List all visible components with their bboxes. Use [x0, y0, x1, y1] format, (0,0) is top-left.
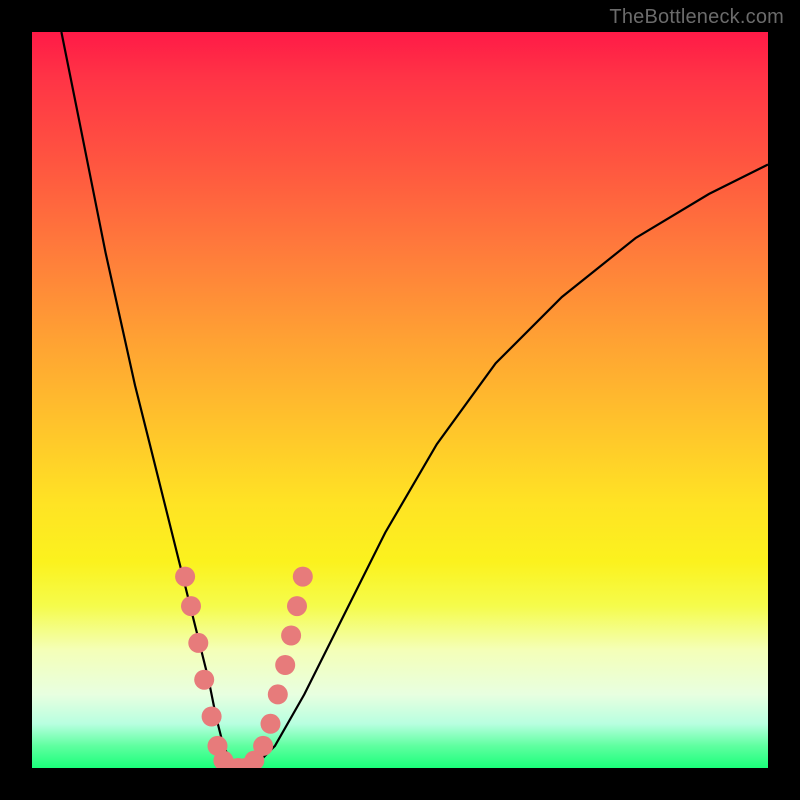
marker-dot — [281, 626, 301, 646]
chart-frame: TheBottleneck.com — [0, 0, 800, 800]
marker-dot — [275, 655, 295, 675]
marker-dot — [188, 633, 208, 653]
attribution-label: TheBottleneck.com — [609, 6, 784, 29]
chart-plot-area — [32, 32, 768, 768]
marker-dot — [261, 714, 281, 734]
marker-dot — [175, 567, 195, 587]
highlight-markers — [175, 567, 313, 768]
marker-dot — [268, 684, 288, 704]
marker-dot — [287, 596, 307, 616]
chart-svg — [32, 32, 768, 768]
marker-dot — [181, 596, 201, 616]
marker-dot — [194, 670, 214, 690]
bottleneck-curve — [61, 32, 768, 768]
marker-dot — [293, 567, 313, 587]
marker-dot — [253, 736, 273, 756]
marker-dot — [202, 707, 222, 727]
